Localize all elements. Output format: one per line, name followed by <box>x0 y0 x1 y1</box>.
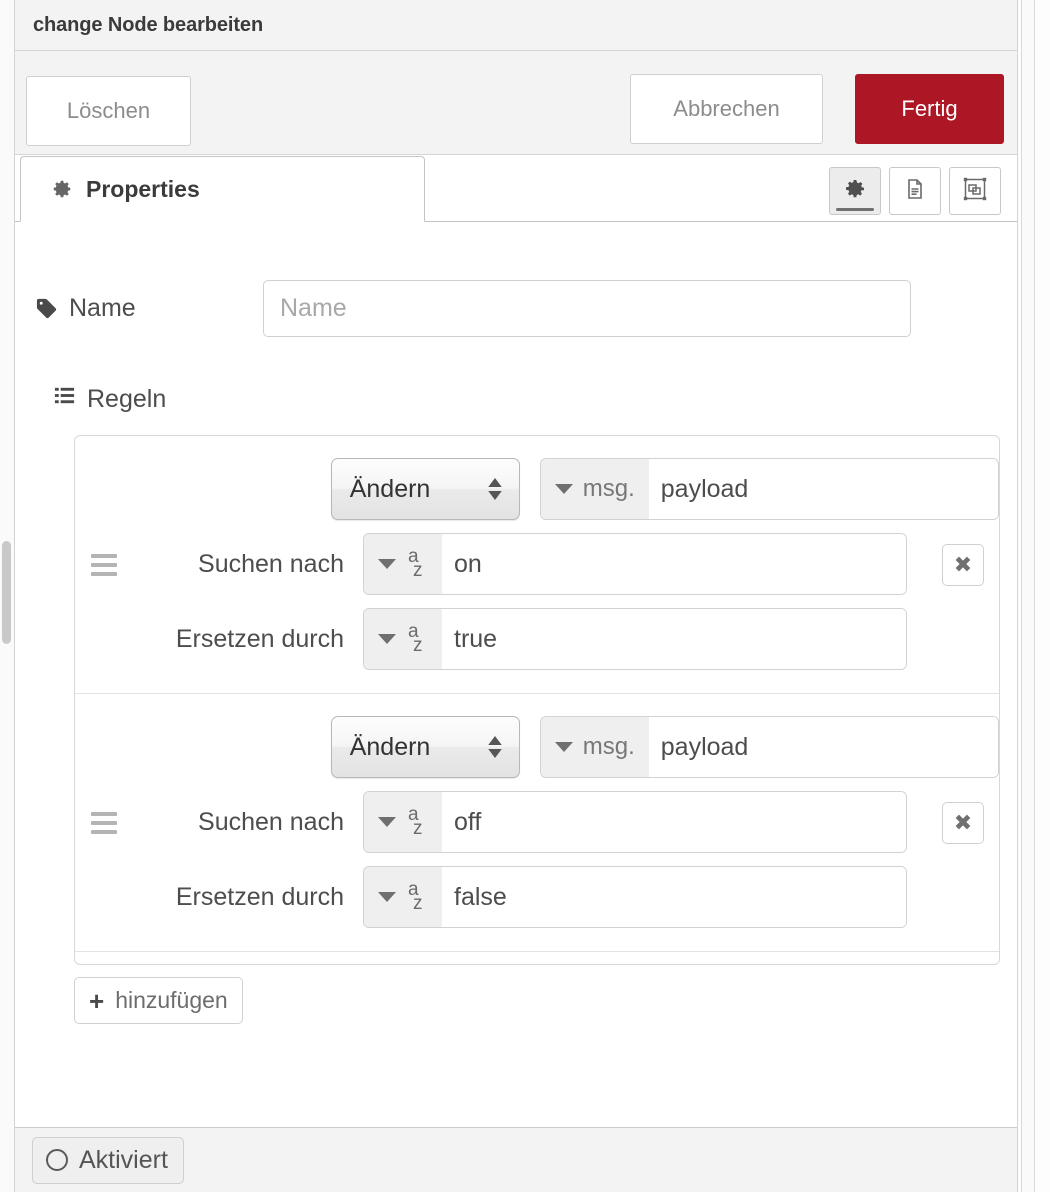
rule-replace-input[interactable]: az false <box>363 866 907 928</box>
stepper-icon <box>487 478 503 500</box>
close-icon: ✖ <box>953 809 973 835</box>
rule-action-select-value: Ändern <box>349 474 431 503</box>
stepper-icon <box>487 736 503 758</box>
rule-search-type-selector[interactable]: az <box>364 534 442 594</box>
rule-property-input[interactable]: msg. payload <box>539 716 999 778</box>
name-label-text: Name <box>69 294 136 322</box>
rule-row: Ändern msg. payload <box>75 436 999 693</box>
rule-action-select-value: Ändern <box>349 732 431 761</box>
az-string-icon: az <box>408 804 423 839</box>
rule-search-label: Suchen nach <box>198 807 344 836</box>
chevron-down-icon <box>378 559 396 569</box>
list-icon <box>53 384 76 414</box>
rule-search-line: Suchen nach az on <box>75 533 999 595</box>
rule-search-input[interactable]: az off <box>363 791 907 853</box>
az-string-icon: az <box>408 546 423 581</box>
edit-node-dialog: change Node bearbeiten Löschen Abbrechen… <box>14 0 1018 1192</box>
delete-button[interactable]: Löschen <box>26 76 191 146</box>
rule-property-type-selector[interactable]: msg. <box>540 459 649 519</box>
rule-search-line: Suchen nach az off <box>75 791 999 853</box>
drag-handle-icon[interactable] <box>91 811 117 834</box>
page-title: change Node bearbeiten <box>33 13 264 36</box>
node-appearance-icon <box>962 176 988 207</box>
tab-properties-label: Properties <box>86 175 200 202</box>
rule-replace-type-selector[interactable]: az <box>364 867 442 927</box>
right-scrollbar-track[interactable] <box>1021 0 1035 1192</box>
left-scrollbar-track[interactable] <box>0 0 14 1192</box>
add-rule-button[interactable]: + hinzufügen <box>74 977 243 1024</box>
close-icon: ✖ <box>953 551 973 577</box>
rule-action-select[interactable]: Ändern <box>330 458 520 520</box>
dialog-body: Name Regeln <box>15 222 1017 1127</box>
plus-icon: + <box>89 985 105 1016</box>
rule-search-type-selector[interactable]: az <box>364 792 442 852</box>
screen-root: change Node bearbeiten Löschen Abbrechen… <box>0 0 1050 1192</box>
left-scrollbar-thumb[interactable] <box>2 541 11 644</box>
name-row: Name <box>35 280 997 337</box>
chevron-down-icon <box>378 892 396 902</box>
chevron-down-icon <box>378 817 396 827</box>
rule-replace-value[interactable]: false <box>442 867 906 927</box>
rule-search-value[interactable]: on <box>442 534 906 594</box>
rule-property-value[interactable]: payload <box>648 717 998 777</box>
rule-replace-line: Ersetzen durch az false <box>75 866 999 928</box>
rules-section-label-text: Regeln <box>87 384 167 413</box>
rule-delete-button[interactable]: ✖ <box>942 543 984 586</box>
tab-bar-actions <box>829 167 1001 215</box>
chevron-down-icon <box>378 634 396 644</box>
rule-row: Ändern msg. payload <box>75 693 999 952</box>
node-enabled-toggle[interactable]: Aktiviert <box>32 1136 184 1184</box>
chevron-down-icon <box>554 484 573 494</box>
rule-property-type-selector[interactable]: msg. <box>540 717 649 777</box>
rule-replace-value[interactable]: true <box>442 609 906 669</box>
rule-property-input[interactable]: msg. payload <box>539 458 999 520</box>
rules-list: Ändern msg. payload Suchen nach a z on E… <box>74 435 1000 965</box>
rule-property-prefix: msg. <box>582 475 635 502</box>
az-string-icon: az <box>408 621 423 656</box>
name-input[interactable] <box>263 280 911 337</box>
rule-replace-type-selector[interactable]: az <box>364 609 442 669</box>
tab-properties[interactable]: Properties <box>20 156 425 222</box>
rule-delete-button[interactable]: ✖ <box>942 801 984 844</box>
dialog-button-bar: Löschen Abbrechen Fertig <box>15 51 1017 155</box>
rule-action-line: Ändern msg. payload <box>75 716 999 778</box>
name-label: Name <box>35 294 263 323</box>
dialog-header: change Node bearbeiten <box>15 0 1017 51</box>
circle-icon <box>46 1149 68 1171</box>
rule-property-value[interactable]: payload <box>648 459 998 519</box>
rule-action-select[interactable]: Ändern <box>330 716 520 778</box>
add-rule-label: hinzufügen <box>115 987 228 1013</box>
rule-replace-label: Ersetzen durch <box>175 624 344 653</box>
tab-bar: Properties <box>15 155 1017 222</box>
rule-search-input[interactable]: az on <box>363 533 907 595</box>
description-document-icon-button[interactable] <box>889 167 941 215</box>
node-enabled-label: Aktiviert <box>79 1145 168 1174</box>
rule-replace-label: Ersetzen durch <box>175 882 344 911</box>
drag-handle-icon[interactable] <box>91 553 117 576</box>
rule-replace-line: Ersetzen durch az true <box>75 608 999 670</box>
node-appearance-icon-button[interactable] <box>949 167 1001 215</box>
tag-icon <box>35 297 58 320</box>
done-button[interactable]: Fertig <box>855 74 1004 144</box>
gear-icon <box>51 178 73 200</box>
rules-section-label: Regeln <box>53 384 997 414</box>
document-icon <box>903 176 927 207</box>
chevron-down-icon <box>554 742 573 752</box>
rule-replace-input[interactable]: az true <box>363 608 907 670</box>
dialog-footer: Aktiviert <box>15 1127 1017 1192</box>
rule-search-value[interactable]: off <box>442 792 906 852</box>
properties-gear-icon-button[interactable] <box>829 167 881 215</box>
gear-icon <box>843 177 867 206</box>
rule-action-line: Ändern msg. payload <box>75 458 999 520</box>
cancel-button[interactable]: Abbrechen <box>630 74 823 144</box>
rule-search-label: Suchen nach <box>198 549 344 578</box>
rule-property-prefix: msg. <box>582 733 635 760</box>
az-string-icon: az <box>408 879 423 914</box>
